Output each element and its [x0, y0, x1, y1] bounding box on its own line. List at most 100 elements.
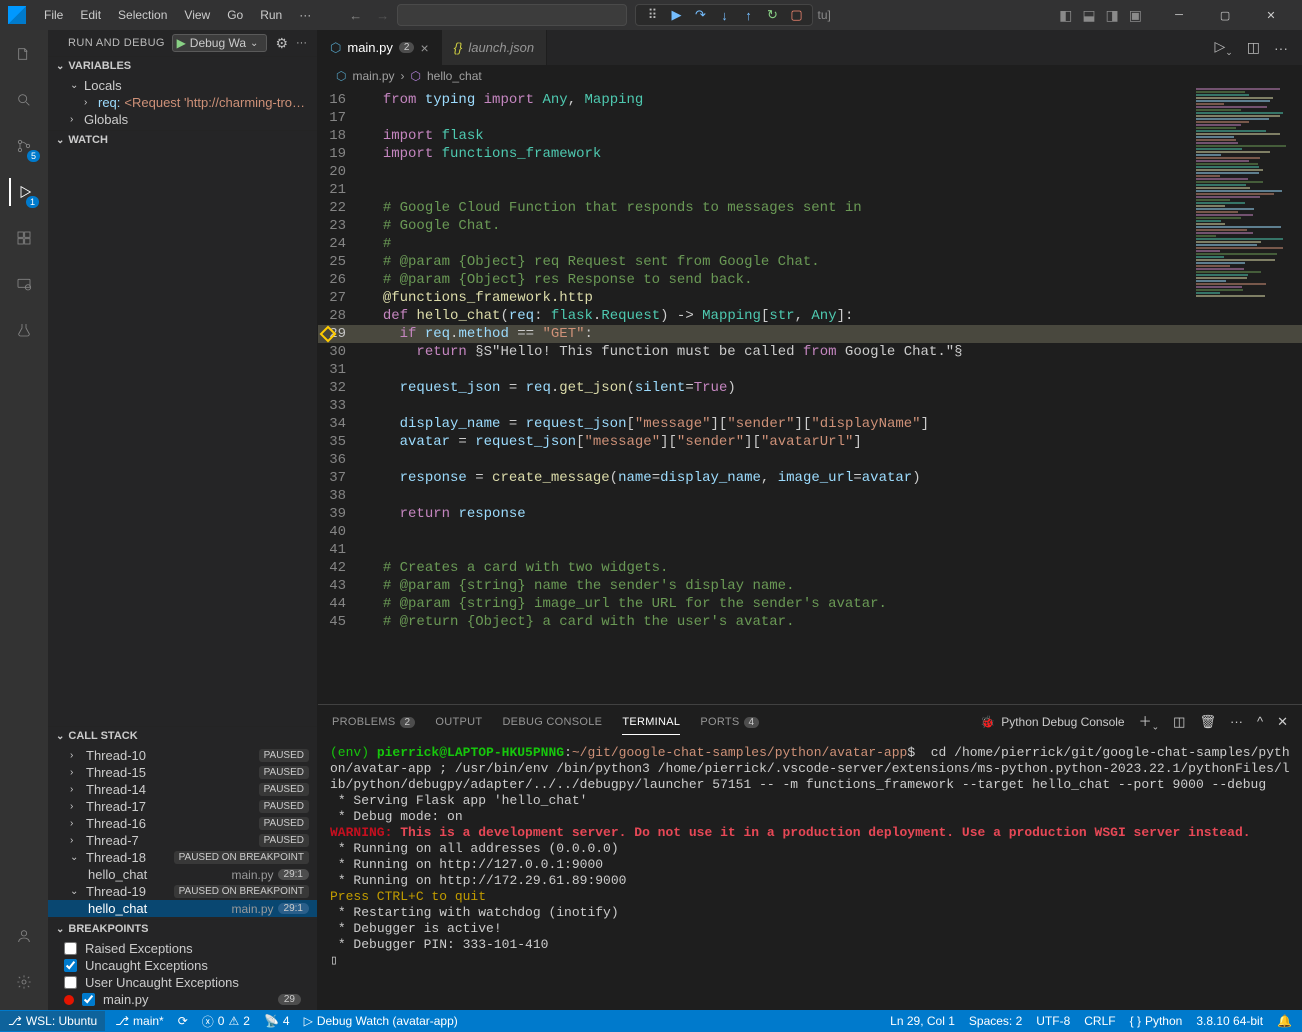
maximize-panel-icon[interactable]: ^ — [1257, 714, 1263, 729]
debug-status[interactable]: ▷ Debug Watch (avatar-app) — [304, 1014, 458, 1028]
tab-problem-count: 2 — [399, 42, 415, 53]
variable-req[interactable]: ›req: <Request 'http://charming-tro… — [48, 94, 317, 111]
step-out-icon[interactable]: ↑ — [738, 8, 758, 23]
layout-customize-icon[interactable]: ▣ — [1129, 7, 1142, 24]
step-into-icon[interactable]: ↓ — [714, 8, 734, 23]
code-editor[interactable]: 16 from typing import Any, Mapping17 18 … — [318, 87, 1302, 631]
menu-run[interactable]: Run — [252, 4, 290, 26]
settings-icon[interactable] — [10, 968, 38, 996]
cursor-position[interactable]: Ln 29, Col 1 — [890, 1014, 955, 1028]
run-file-icon[interactable]: ▷⌄ — [1214, 38, 1232, 58]
ports-status[interactable]: 📡 4 — [264, 1014, 290, 1028]
notifications-icon[interactable]: 🔔 — [1277, 1014, 1292, 1028]
minimize-icon[interactable]: ─ — [1156, 9, 1202, 22]
menu-selection[interactable]: Selection — [110, 4, 175, 26]
command-center-input[interactable] — [397, 4, 627, 26]
breakpoint-file-row[interactable]: main.py29 — [48, 991, 317, 1008]
thread-row[interactable]: ⌄Thread-19PAUSED ON BREAKPOINT — [48, 883, 317, 900]
step-over-icon[interactable]: ↷ — [690, 7, 710, 23]
problems-status[interactable]: ⓧ 0 ⚠ 2 — [202, 1013, 250, 1030]
layout-sidebar-icon[interactable]: ◧ — [1059, 7, 1072, 24]
encoding[interactable]: UTF-8 — [1036, 1014, 1070, 1028]
menu-go[interactable]: Go — [219, 4, 251, 26]
search-icon[interactable] — [10, 86, 38, 114]
breakpoints-section-header[interactable]: ⌄BREAKPOINTS — [48, 920, 317, 938]
panel-tab-output[interactable]: OUTPUT — [435, 716, 482, 728]
indentation[interactable]: Spaces: 2 — [969, 1014, 1022, 1028]
tab-launch-json[interactable]: {} launch.json — [442, 30, 547, 65]
menu-view[interactable]: View — [176, 4, 218, 26]
remote-indicator[interactable]: ⎇ WSL: Ubuntu — [0, 1011, 105, 1031]
terminal-output[interactable]: (env) pierrick@LAPTOP-HKU5PNNG:~/git/goo… — [318, 739, 1302, 1010]
breakpoint-checkbox[interactable] — [82, 993, 95, 1006]
explorer-icon[interactable] — [10, 40, 38, 68]
drag-handle-icon[interactable]: ⠿ — [642, 7, 662, 23]
breakpoint-checkbox[interactable] — [64, 976, 77, 989]
menu-file[interactable]: File — [36, 4, 71, 26]
gear-icon[interactable]: ⚙ — [275, 35, 288, 52]
git-sync-icon[interactable]: ⟳ — [178, 1014, 188, 1028]
eol[interactable]: CRLF — [1084, 1014, 1115, 1028]
run-debug-icon[interactable]: 1 — [9, 178, 37, 206]
sidebar-title: RUN AND DEBUG — [68, 37, 165, 49]
thread-row[interactable]: ›Thread-17PAUSED — [48, 798, 317, 815]
git-branch[interactable]: ⎇ main* — [115, 1014, 164, 1028]
tab-label: launch.json — [468, 40, 534, 55]
layout-sidebar-right-icon[interactable]: ◨ — [1106, 7, 1119, 24]
accounts-icon[interactable] — [10, 922, 38, 950]
breakpoint-exception-row[interactable]: Raised Exceptions — [48, 940, 317, 957]
breakpoint-exception-row[interactable]: User Uncaught Exceptions — [48, 974, 317, 991]
menu-edit[interactable]: Edit — [72, 4, 109, 26]
vscode-icon — [8, 6, 26, 24]
thread-row[interactable]: ›Thread-14PAUSED — [48, 781, 317, 798]
scope-locals[interactable]: ⌄Locals — [48, 77, 317, 94]
panel-tab-debugconsole[interactable]: DEBUG CONSOLE — [502, 716, 602, 728]
extensions-icon[interactable] — [10, 224, 38, 252]
thread-row[interactable]: ›Thread-7PAUSED — [48, 832, 317, 849]
split-editor-icon[interactable]: ◫ — [1247, 39, 1260, 56]
split-terminal-icon[interactable]: ◫ — [1173, 714, 1185, 730]
python-interpreter[interactable]: 3.8.10 64-bit — [1196, 1014, 1263, 1028]
breakpoint-checkbox[interactable] — [64, 959, 77, 972]
menu-overflow-icon[interactable]: ··· — [291, 4, 319, 26]
layout-panel-icon[interactable]: ⬓ — [1082, 7, 1095, 24]
tab-close-icon[interactable]: × — [420, 40, 428, 56]
maximize-icon[interactable]: ▢ — [1202, 9, 1248, 22]
watch-section-header[interactable]: ⌄WATCH — [48, 131, 317, 149]
thread-row[interactable]: ›Thread-15PAUSED — [48, 764, 317, 781]
scm-icon[interactable]: 5 — [10, 132, 38, 160]
restart-icon[interactable]: ↻ — [762, 7, 782, 23]
more-icon[interactable]: ··· — [296, 37, 307, 49]
thread-row[interactable]: ⌄Thread-18PAUSED ON BREAKPOINT — [48, 849, 317, 866]
variables-section-header[interactable]: ⌄VARIABLES — [48, 57, 317, 75]
continue-icon[interactable]: ▶ — [666, 7, 686, 23]
stack-frame[interactable]: hello_chatmain.py29:1 — [48, 866, 317, 883]
breakpoint-exception-row[interactable]: Uncaught Exceptions — [48, 957, 317, 974]
close-icon[interactable]: ✕ — [1248, 9, 1294, 22]
callstack-section-header[interactable]: ⌄CALL STACK — [48, 727, 317, 745]
scope-globals[interactable]: ›Globals — [48, 111, 317, 128]
panel-more-icon[interactable]: ··· — [1230, 714, 1243, 729]
stop-icon[interactable]: ▢ — [786, 7, 806, 23]
panel-tab-ports[interactable]: PORTS4 — [700, 716, 759, 728]
panel-tab-problems[interactable]: PROBLEMS2 — [332, 716, 415, 728]
breadcrumb[interactable]: ⬡ main.py › ⬡ hello_chat — [318, 65, 1302, 87]
nav-back-icon[interactable]: ← — [349, 8, 362, 23]
tab-main-py[interactable]: ⬡ main.py 2 × — [318, 30, 442, 65]
testing-icon[interactable] — [10, 316, 38, 344]
start-debug-icon[interactable]: ▶ — [177, 36, 186, 50]
breakpoint-checkbox[interactable] — [64, 942, 77, 955]
stack-frame[interactable]: hello_chatmain.py29:1 — [48, 900, 317, 917]
editor-more-icon[interactable]: ··· — [1274, 40, 1288, 56]
thread-row[interactable]: ›Thread-16PAUSED — [48, 815, 317, 832]
language-mode[interactable]: { } Python — [1130, 1014, 1183, 1028]
thread-row[interactable]: ›Thread-10PAUSED — [48, 747, 317, 764]
debug-config-dropdown[interactable]: ▶ Debug Wa ⌄ — [172, 34, 268, 52]
close-panel-icon[interactable]: ✕ — [1277, 714, 1288, 730]
kill-terminal-icon[interactable]: 🗑 — [1199, 714, 1216, 730]
scm-badge: 5 — [27, 150, 40, 162]
terminal-selector[interactable]: 🐞Python Debug Console — [980, 715, 1124, 729]
remote-explorer-icon[interactable] — [10, 270, 38, 298]
new-terminal-icon[interactable]: ＋⌄ — [1139, 711, 1160, 733]
panel-tab-terminal[interactable]: TERMINAL — [622, 716, 680, 735]
